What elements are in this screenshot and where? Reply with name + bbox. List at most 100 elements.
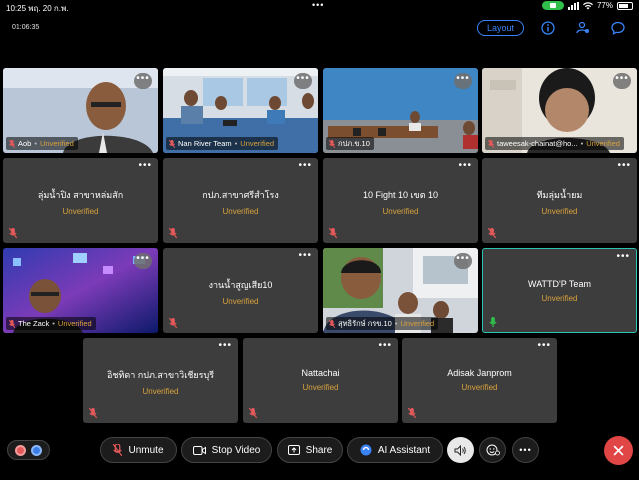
mic-muted-icon xyxy=(9,139,15,148)
speaker-button[interactable] xyxy=(447,437,474,463)
tile-more-button[interactable]: ••• xyxy=(454,73,472,89)
battery-percent: 77% xyxy=(596,1,613,10)
wifi-icon xyxy=(582,1,593,9)
tile-more-button[interactable]: ••• xyxy=(458,161,472,171)
participant-status: Unverified xyxy=(40,139,74,148)
stop-video-label: Stop Video xyxy=(211,444,261,456)
tile-more-button[interactable]: ••• xyxy=(617,161,631,171)
unmute-button[interactable]: Unmute xyxy=(100,437,177,463)
mic-muted-icon xyxy=(488,228,496,238)
participant-name: กปภ.สาขาศรีสำโรง xyxy=(202,190,279,200)
tile-more-button[interactable]: ••• xyxy=(134,253,152,269)
participant-name: taweesak-chainat@ho... xyxy=(497,139,578,148)
participant-status: Unverified xyxy=(142,387,179,396)
record-reaction-icon xyxy=(14,444,26,456)
video-camera-icon xyxy=(192,445,206,455)
tile-more-button[interactable]: ••• xyxy=(134,73,152,89)
tile-more-button[interactable]: ••• xyxy=(378,341,392,351)
chat-icon[interactable] xyxy=(611,21,625,35)
participant-status: Unverified xyxy=(382,207,419,216)
layout-button[interactable]: Layout xyxy=(477,20,524,36)
tile-more-button[interactable]: ••• xyxy=(298,251,312,261)
ai-assistant-button[interactable]: AI Assistant xyxy=(347,437,443,463)
emoji-reaction-icon xyxy=(486,444,500,456)
meeting-timer: 01:06:35 xyxy=(12,24,40,31)
participant-name: Adisak Janprom xyxy=(447,368,512,378)
participant-name: 10 Fight 10 เขต 10 xyxy=(362,190,439,200)
participant-tile-lumnam-ping[interactable]: ••• ลุ่มน้ำปิง สาขาหล่มสัก Unverified xyxy=(3,158,158,243)
signal-icon xyxy=(567,1,579,10)
tile-more-button[interactable]: ••• xyxy=(537,341,551,351)
participant-status: Unverified xyxy=(586,139,620,148)
share-button[interactable]: Share xyxy=(277,437,343,463)
tile-more-button[interactable]: ••• xyxy=(298,161,312,171)
info-icon[interactable] xyxy=(541,21,555,35)
participant-label: สุทธิรักษ์ กรข.10 • Unverified xyxy=(326,317,439,330)
participant-name: Nattachai xyxy=(301,368,340,378)
mic-muted-icon xyxy=(329,139,335,148)
unmute-label: Unmute xyxy=(128,444,164,456)
participant-status: Unverified xyxy=(461,383,498,392)
participant-name: อิชทิดา กปภ.สาขาวิเชียรบุรี xyxy=(106,370,215,380)
tile-more-button[interactable]: ••• xyxy=(616,252,630,262)
stop-video-button[interactable]: Stop Video xyxy=(181,437,272,463)
participant-tile-ichthida[interactable]: ••• อิชทิดา กปภ.สาขาวิเชียรบุรี Unverifi… xyxy=(83,338,238,423)
mic-muted-icon xyxy=(169,318,177,328)
participant-status: Unverified xyxy=(541,207,578,216)
participant-tile-10-fight[interactable]: ••• 10 Fight 10 เขต 10 Unverified xyxy=(323,158,478,243)
participant-tile-aob[interactable]: ••• Aob • Unverified xyxy=(3,68,158,153)
tile-more-button[interactable]: ••• xyxy=(613,73,631,89)
mic-active-icon xyxy=(489,317,497,327)
speaker-icon xyxy=(454,444,466,456)
participant-tile-srisamrong[interactable]: ••• กปภ.สาขาศรีสำโรง Unverified xyxy=(163,158,318,243)
mic-muted-icon xyxy=(249,408,257,418)
participant-status: Unverified xyxy=(222,297,259,306)
mic-muted-icon xyxy=(329,228,337,238)
participant-status: Unverified xyxy=(62,207,99,216)
ai-assistant-icon xyxy=(360,444,372,456)
status-time-date: 10:25 พฤ. 20 ก.พ. xyxy=(6,4,69,13)
participant-tile-nattachai[interactable]: ••• Nattachai Unverified xyxy=(243,338,398,423)
tile-more-button[interactable]: ••• xyxy=(454,253,472,269)
share-screen-icon xyxy=(287,445,300,455)
participants-icon[interactable] xyxy=(576,21,590,35)
participant-tile-pwa-region-10[interactable]: ••• กปภ.ข.10 xyxy=(323,68,478,153)
participant-label: Aob • Unverified xyxy=(6,137,78,150)
participant-tile-suthirak[interactable]: ••• สุทธิรักษ์ กรข.10 • Unverified xyxy=(323,248,478,333)
participant-name: กปภ.ข.10 xyxy=(338,138,370,148)
reactions-menu-button[interactable] xyxy=(479,437,506,463)
participant-tile-lumnam-yom[interactable]: ••• ทีมลุ่มน้ำยม Unverified xyxy=(482,158,637,243)
mic-muted-icon xyxy=(169,139,175,148)
ios-status-bar: 10:25 พฤ. 20 ก.พ. ••• 77% xyxy=(0,0,639,13)
participant-status: Unverified xyxy=(400,319,435,328)
close-icon xyxy=(613,445,624,456)
leave-meeting-button[interactable] xyxy=(604,436,633,465)
participant-name: งานน้ำสูญเสีย10 xyxy=(208,280,273,290)
shield-reaction-icon xyxy=(31,444,43,456)
multitasking-dots[interactable]: ••• xyxy=(312,0,324,10)
tile-more-button[interactable]: ••• xyxy=(294,73,312,89)
share-label: Share xyxy=(305,444,333,456)
participant-status: Unverified xyxy=(222,207,259,216)
participant-status: Unverified xyxy=(541,294,578,303)
participant-status: Unverified xyxy=(240,139,275,148)
participant-tile-taweesak[interactable]: ••• taweesak-chainat@ho... • Unverified xyxy=(482,68,637,153)
participant-tile-water-loss-10[interactable]: ••• งานน้ำสูญเสีย10 Unverified xyxy=(163,248,318,333)
tile-more-button[interactable]: ••• xyxy=(138,161,152,171)
mic-muted-icon xyxy=(408,408,416,418)
participant-name: Aob xyxy=(18,139,32,148)
participant-tile-wattdp-team[interactable]: ••• WATTD'P Team Unverified xyxy=(482,248,637,333)
participant-label: taweesak-chainat@ho... • Unverified xyxy=(485,137,624,150)
participant-name: WATTD'P Team xyxy=(528,279,591,289)
participant-name: ทีมลุ่มน้ำยม xyxy=(536,190,583,200)
reactions-button[interactable] xyxy=(7,440,50,460)
mic-muted-icon xyxy=(169,228,177,238)
participant-tile-nan-river-team[interactable]: ••• Nan River Team • Unverified xyxy=(163,68,318,153)
more-options-button[interactable]: ••• xyxy=(512,437,539,463)
tile-more-button[interactable]: ••• xyxy=(218,341,232,351)
status-right: 77% xyxy=(541,1,633,10)
participant-tile-adisak-janprom[interactable]: ••• Adisak Janprom Unverified xyxy=(402,338,557,423)
participant-tile-the-zack[interactable]: ••• The Zack • Unverified xyxy=(3,248,158,333)
battery-icon xyxy=(617,1,633,10)
ai-assistant-label: AI Assistant xyxy=(377,444,431,456)
